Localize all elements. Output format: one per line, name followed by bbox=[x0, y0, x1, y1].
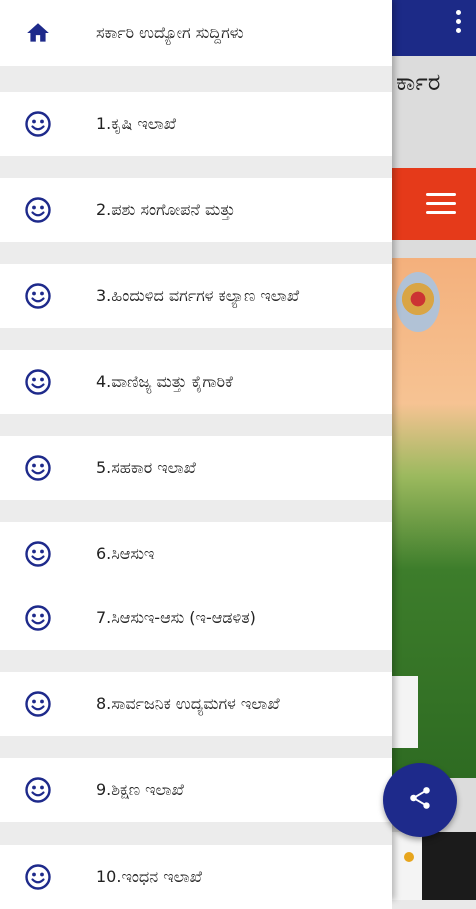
smiley-icon bbox=[24, 604, 52, 632]
drawer-item-govt-job-news[interactable]: ಸರ್ಕಾರಿ ಉದ್ಯೋಗ ಸುದ್ದಿಗಳು bbox=[0, 0, 392, 66]
drawer-item-label: 9.ಶಿಕ್ಷಣ ಇಲಾಖೆ bbox=[96, 780, 184, 799]
drawer-item-label: 4.ವಾಣಿಜ್ಯ ಮತ್ತು ಕೈಗಾರಿಕೆ bbox=[96, 372, 233, 391]
app-page-title: ರ್ಕಾರ bbox=[396, 68, 441, 96]
drawer-item-2[interactable]: 2.ಪಶು ಸಂಗೋಪನೆ ಮತ್ತು bbox=[0, 178, 392, 242]
smiley-icon bbox=[24, 690, 52, 718]
drawer-item-label: 7.ಸಿಆಸುಇ-ಆಸು (ಇ-ಆಡಳಿತ) bbox=[96, 608, 256, 627]
drawer-item-label: 5.ಸಹಕಾರ ಇಲಾಖೆ bbox=[96, 458, 196, 477]
smiley-icon bbox=[24, 454, 52, 482]
drawer-item-5[interactable]: 5.ಸಹಕಾರ ಇಲಾಖೆ bbox=[0, 436, 392, 500]
drawer-item-label: 1.ಕೃಷಿ ಇಲಾಖೆ bbox=[96, 114, 177, 133]
drawer-item-label: 8.ಸಾರ್ವಜನಿಕ ಉದ್ಯಮಗಳ ಇಲಾಖೆ bbox=[96, 694, 280, 713]
smiley-icon bbox=[24, 196, 52, 224]
drawer-item-9[interactable]: 9.ಶಿಕ್ಷಣ ಇಲಾಖೆ bbox=[0, 758, 392, 822]
home-icon bbox=[24, 19, 52, 47]
smiley-icon bbox=[24, 863, 52, 891]
navigation-drawer: ಸರ್ಕಾರಿ ಉದ್ಯೋಗ ಸುದ್ದಿಗಳು 1.ಕೃಷಿ ಇಲಾಖೆ 2.… bbox=[0, 0, 392, 909]
smiley-icon bbox=[24, 540, 52, 568]
drawer-item-10[interactable]: 10.ಇಂಧನ ಇಲಾಖೆ bbox=[0, 845, 392, 909]
smiley-icon bbox=[24, 110, 52, 138]
drawer-item-label: 2.ಪಶು ಸಂಗೋಪನೆ ಮತ್ತು bbox=[96, 200, 236, 219]
hamburger-menu-icon[interactable] bbox=[426, 193, 456, 220]
smiley-icon bbox=[24, 282, 52, 310]
overflow-menu-icon[interactable] bbox=[456, 10, 462, 36]
drawer-item-6[interactable]: 6.ಸಿಆಸುಇ bbox=[0, 522, 392, 586]
drawer-item-label: 6.ಸಿಆಸುಇ bbox=[96, 544, 155, 563]
drawer-item-label: 10.ಇಂಧನ ಇಲಾಖೆ bbox=[96, 867, 202, 886]
smiley-icon bbox=[24, 368, 52, 396]
smiley-icon bbox=[24, 776, 52, 804]
drawer-item-label: ಸರ್ಕಾರಿ ಉದ್ಯೋಗ ಸುದ್ದಿಗಳು bbox=[96, 23, 244, 42]
drawer-item-8[interactable]: 8.ಸಾರ್ವಜನಿಕ ಉದ್ಯಮಗಳ ಇಲಾಖೆ bbox=[0, 672, 392, 736]
drawer-item-label: 3.ಹಿಂದುಳಿದ ವರ್ಗಗಳ ಕಲ್ಯಾಣ ಇಲಾಖೆ bbox=[96, 286, 300, 305]
ad-logo-dot bbox=[404, 852, 414, 862]
drawer-item-3[interactable]: 3.ಹಿಂದುಳಿದ ವರ್ಗಗಳ ಕಲ್ಯಾಣ ಇಲಾಖೆ bbox=[0, 264, 392, 328]
share-icon bbox=[407, 785, 433, 815]
emblem-seal bbox=[396, 272, 440, 332]
banner-overlay-card bbox=[392, 676, 418, 748]
drawer-item-1[interactable]: 1.ಕೃಷಿ ಇಲಾಖೆ bbox=[0, 92, 392, 156]
share-fab-button[interactable] bbox=[383, 763, 457, 837]
drawer-item-4[interactable]: 4.ವಾಣಿಜ್ಯ ಮತ್ತು ಕೈಗಾರಿಕೆ bbox=[0, 350, 392, 414]
bottom-ad-card bbox=[392, 832, 422, 900]
drawer-item-7[interactable]: 7.ಸಿಆಸುಇ-ಆಸು (ಇ-ಆಡಳಿತ) bbox=[0, 586, 392, 650]
